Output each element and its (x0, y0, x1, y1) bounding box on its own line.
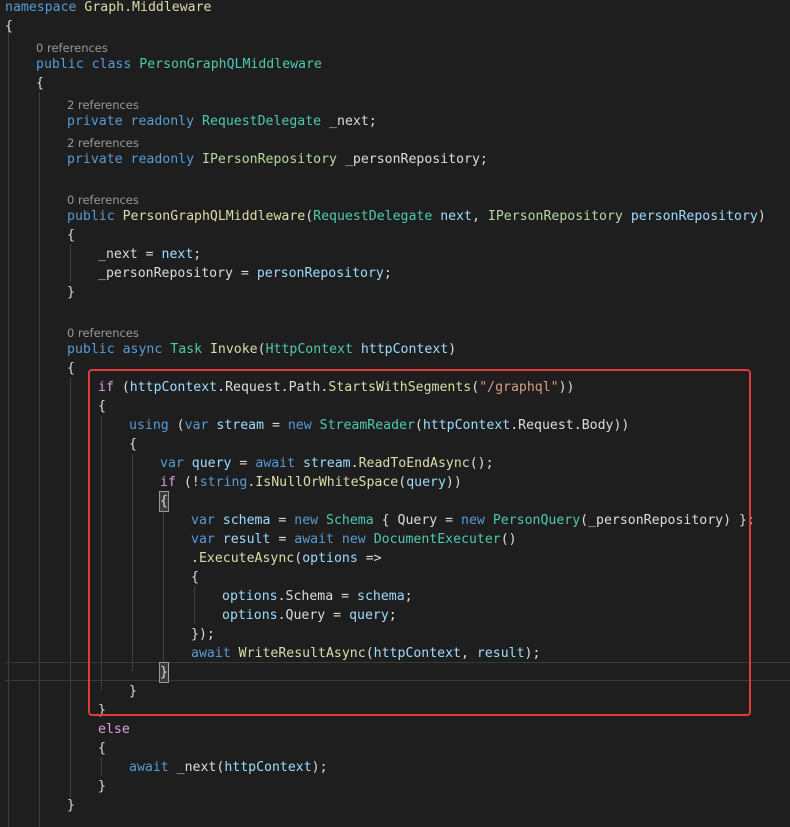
code-line-5[interactable]: private readonly RequestDelegate _next; (67, 112, 377, 131)
code-line-11[interactable]: } (67, 283, 75, 302)
token: { (67, 361, 75, 376)
code-line-8[interactable]: { (67, 226, 75, 245)
token: readonly (130, 152, 195, 167)
token: ); (311, 760, 328, 775)
token: , (471, 209, 488, 224)
token: httpContext (224, 760, 312, 775)
code-line-3[interactable]: public class PersonGraphQLMiddleware (36, 55, 322, 74)
codelens-references[interactable]: 0 references (36, 40, 108, 56)
codelens-references[interactable]: 2 references (67, 97, 139, 113)
token: = (137, 247, 162, 262)
token: ) (448, 342, 457, 357)
token: _next (176, 760, 217, 775)
code-line-10[interactable]: _personRepository = personRepository; (98, 264, 392, 283)
code-editor[interactable]: namespace Graph.Middleware { 0 reference… (0, 0, 790, 827)
code-line-13[interactable]: { (67, 359, 75, 378)
token: personRepository (256, 266, 384, 281)
code-line-9[interactable]: _next = next; (98, 245, 201, 264)
indent-guide (101, 757, 102, 776)
token: async (122, 342, 163, 357)
code-line-33[interactable]: { (98, 739, 106, 758)
code-line-12[interactable]: public async Task Invoke(HttpContext htt… (67, 340, 456, 359)
token: private (67, 152, 123, 167)
indent-guide (70, 244, 71, 282)
token: Graph.Middleware (84, 0, 212, 15)
token: } (98, 779, 106, 794)
token: = (232, 266, 257, 281)
token: IPersonRepository (487, 209, 623, 224)
token: } (67, 798, 75, 813)
token: _personRepository; (344, 152, 488, 167)
token: else (98, 722, 130, 737)
token: RequestDelegate (313, 209, 433, 224)
highlight-annotation-box (88, 369, 751, 716)
code-line-35[interactable]: } (98, 777, 106, 796)
codelens-references[interactable]: 2 references (67, 135, 139, 151)
token: next (161, 247, 194, 262)
token: public (67, 342, 115, 357)
token: PersonGraphQLMiddleware (139, 57, 322, 72)
code-line-2[interactable]: { (5, 17, 13, 36)
code-line-6[interactable]: private readonly IPersonRepository _pers… (67, 150, 488, 169)
token: _next (98, 247, 138, 262)
indent-guide (8, 26, 9, 827)
token: { (67, 228, 75, 243)
indent-guide (70, 378, 71, 798)
token: ( (305, 209, 314, 224)
codelens-references[interactable]: 0 references (67, 325, 139, 341)
token: readonly (130, 114, 195, 129)
token: HttpContext (265, 342, 353, 357)
indent-guide (39, 92, 40, 827)
code-line-32[interactable]: else (98, 720, 130, 739)
token: httpContext (360, 342, 449, 357)
codelens-references[interactable]: 0 references (67, 192, 139, 208)
code-line-4[interactable]: { (36, 74, 44, 93)
code-line-36[interactable]: } (67, 796, 75, 815)
token: { (36, 76, 44, 91)
token: } (67, 285, 75, 300)
token: class (91, 57, 132, 72)
token: _personRepository (98, 266, 233, 281)
token: IPersonRepository (202, 152, 337, 167)
code-line-7[interactable]: public PersonGraphQLMiddleware(RequestDe… (67, 207, 766, 226)
token: Invoke (209, 342, 258, 357)
token: public (36, 57, 84, 72)
token: public (67, 209, 115, 224)
token: { (98, 741, 106, 756)
token: ) (757, 209, 766, 224)
token: private (67, 114, 123, 129)
token: ; (193, 247, 202, 262)
token: ; (383, 266, 392, 281)
token: Task (170, 342, 203, 357)
token: namespace (5, 0, 77, 15)
code-line-34[interactable]: await _next(httpContext); (129, 758, 328, 777)
token: PersonGraphQLMiddleware (122, 209, 306, 224)
token: { (5, 19, 13, 34)
token: ( (257, 342, 266, 357)
token: _next; (329, 114, 377, 129)
token: await (129, 760, 169, 775)
code-line-1[interactable]: namespace Graph.Middleware (5, 0, 211, 17)
token: RequestDelegate (202, 114, 322, 129)
token: personRepository (630, 209, 758, 224)
token: next (440, 209, 472, 224)
